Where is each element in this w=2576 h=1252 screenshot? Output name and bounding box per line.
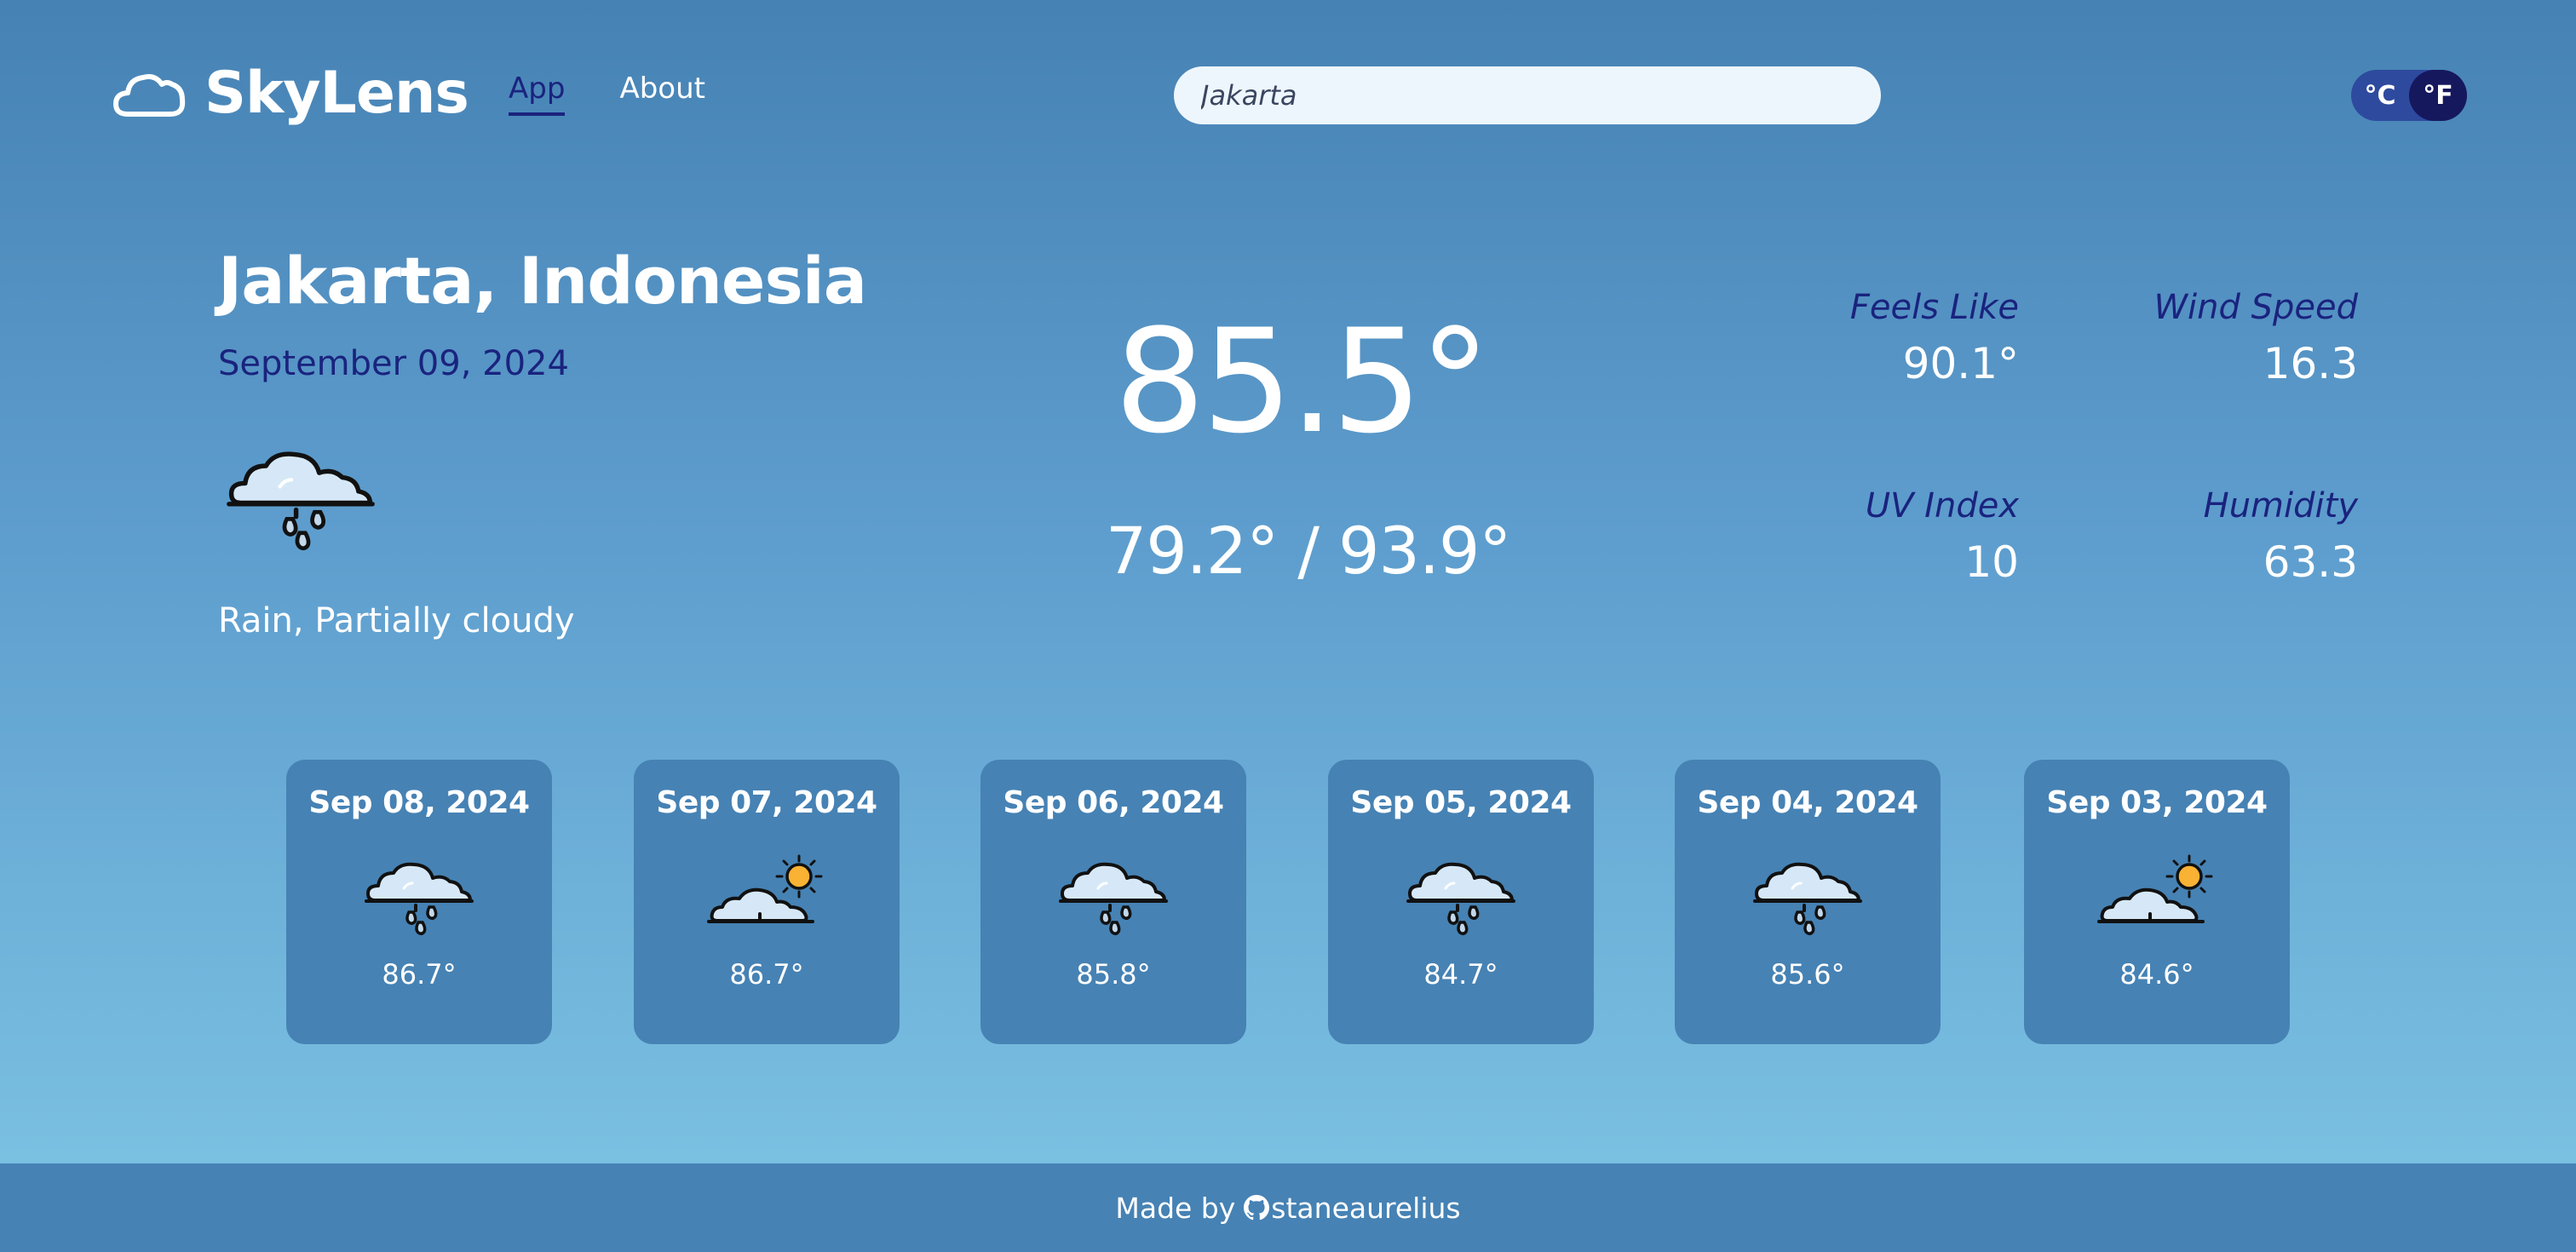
cloud-icon <box>113 73 186 117</box>
forecast-temp: 84.6° <box>2119 958 2194 991</box>
stat-label: Wind Speed <box>2153 288 2358 327</box>
forecast-date: Sep 06, 2024 <box>1003 785 1224 820</box>
app-logo[interactable]: SkyLens <box>111 60 469 127</box>
app-name: SkyLens <box>204 60 469 127</box>
partly-sunny-icon <box>2097 854 2217 939</box>
nav-about-link[interactable]: About <box>619 72 705 116</box>
stat-value: 63.3 <box>2263 537 2358 587</box>
forecast-date: Sep 04, 2024 <box>1697 785 1918 820</box>
author-name: staneaurelius <box>1271 1191 1461 1225</box>
forecast-date: Sep 03, 2024 <box>2046 785 2268 820</box>
unit-fahrenheit-option[interactable]: °F <box>2409 70 2467 121</box>
stat-humidity: Humidity 63.3 <box>2085 486 2358 587</box>
stat-label: Humidity <box>2203 486 2358 525</box>
forecast-date: Sep 08, 2024 <box>308 785 530 820</box>
location-title: Jakarta, Indonesia <box>218 243 867 319</box>
rain-cloud-icon <box>1401 854 1521 939</box>
current-date: September 09, 2024 <box>218 344 569 383</box>
forecast-temp: 86.7° <box>382 958 457 991</box>
footer: Made by staneaurelius <box>0 1163 2576 1252</box>
weather-condition: Rain, Partially cloudy <box>218 601 575 640</box>
forecast-card[interactable]: Sep 08, 2024 86.7° <box>286 760 552 1044</box>
forecast-card[interactable]: Sep 05, 2024 84.7° <box>1328 760 1594 1044</box>
unit-toggle[interactable]: °C °F <box>2351 70 2467 121</box>
forecast-card[interactable]: Sep 04, 2024 85.6° <box>1675 760 1941 1044</box>
footer-prefix: Made by <box>1115 1191 1236 1225</box>
main-nav: App About <box>509 72 705 116</box>
github-icon <box>1244 1195 1270 1220</box>
stat-label: UV Index <box>1865 486 2019 525</box>
rain-cloud-icon <box>359 854 479 939</box>
forecast-date: Sep 07, 2024 <box>656 785 877 820</box>
rain-cloud-icon <box>1748 854 1867 939</box>
forecast-temp: 86.7° <box>729 958 804 991</box>
rain-cloud-icon <box>1054 854 1173 939</box>
forecast-card[interactable]: Sep 06, 2024 85.8° <box>980 760 1246 1044</box>
stat-label: Feels Like <box>1849 288 2019 327</box>
stat-value: 90.1° <box>1902 339 2019 388</box>
forecast-card[interactable]: Sep 07, 2024 86.7° <box>634 760 900 1044</box>
temperature-range: 79.2° / 93.9° <box>1106 513 1511 589</box>
current-temperature: 85.5° <box>1114 298 1491 465</box>
unit-celsius-option[interactable]: °C <box>2351 70 2409 121</box>
stat-feels-like: Feels Like 90.1° <box>1746 288 2019 388</box>
rain-cloud-icon <box>220 434 382 562</box>
stat-value: 10 <box>1964 537 2019 587</box>
forecast-card[interactable]: Sep 03, 2024 84.6° <box>2024 760 2290 1044</box>
partly-sunny-icon <box>707 854 826 939</box>
forecast-temp: 85.6° <box>1770 958 1845 991</box>
author-link[interactable]: staneaurelius <box>1244 1191 1461 1225</box>
stat-wind-speed: Wind Speed 16.3 <box>2085 288 2358 388</box>
header: SkyLens App About °C °F <box>0 0 2576 187</box>
search-input[interactable] <box>1174 66 1881 124</box>
forecast-temp: 84.7° <box>1423 958 1498 991</box>
stat-value: 16.3 <box>2263 339 2358 388</box>
stat-uv-index: UV Index 10 <box>1746 486 2019 587</box>
forecast-temp: 85.8° <box>1076 958 1151 991</box>
nav-app-link[interactable]: App <box>509 72 566 116</box>
forecast-date: Sep 05, 2024 <box>1350 785 1572 820</box>
